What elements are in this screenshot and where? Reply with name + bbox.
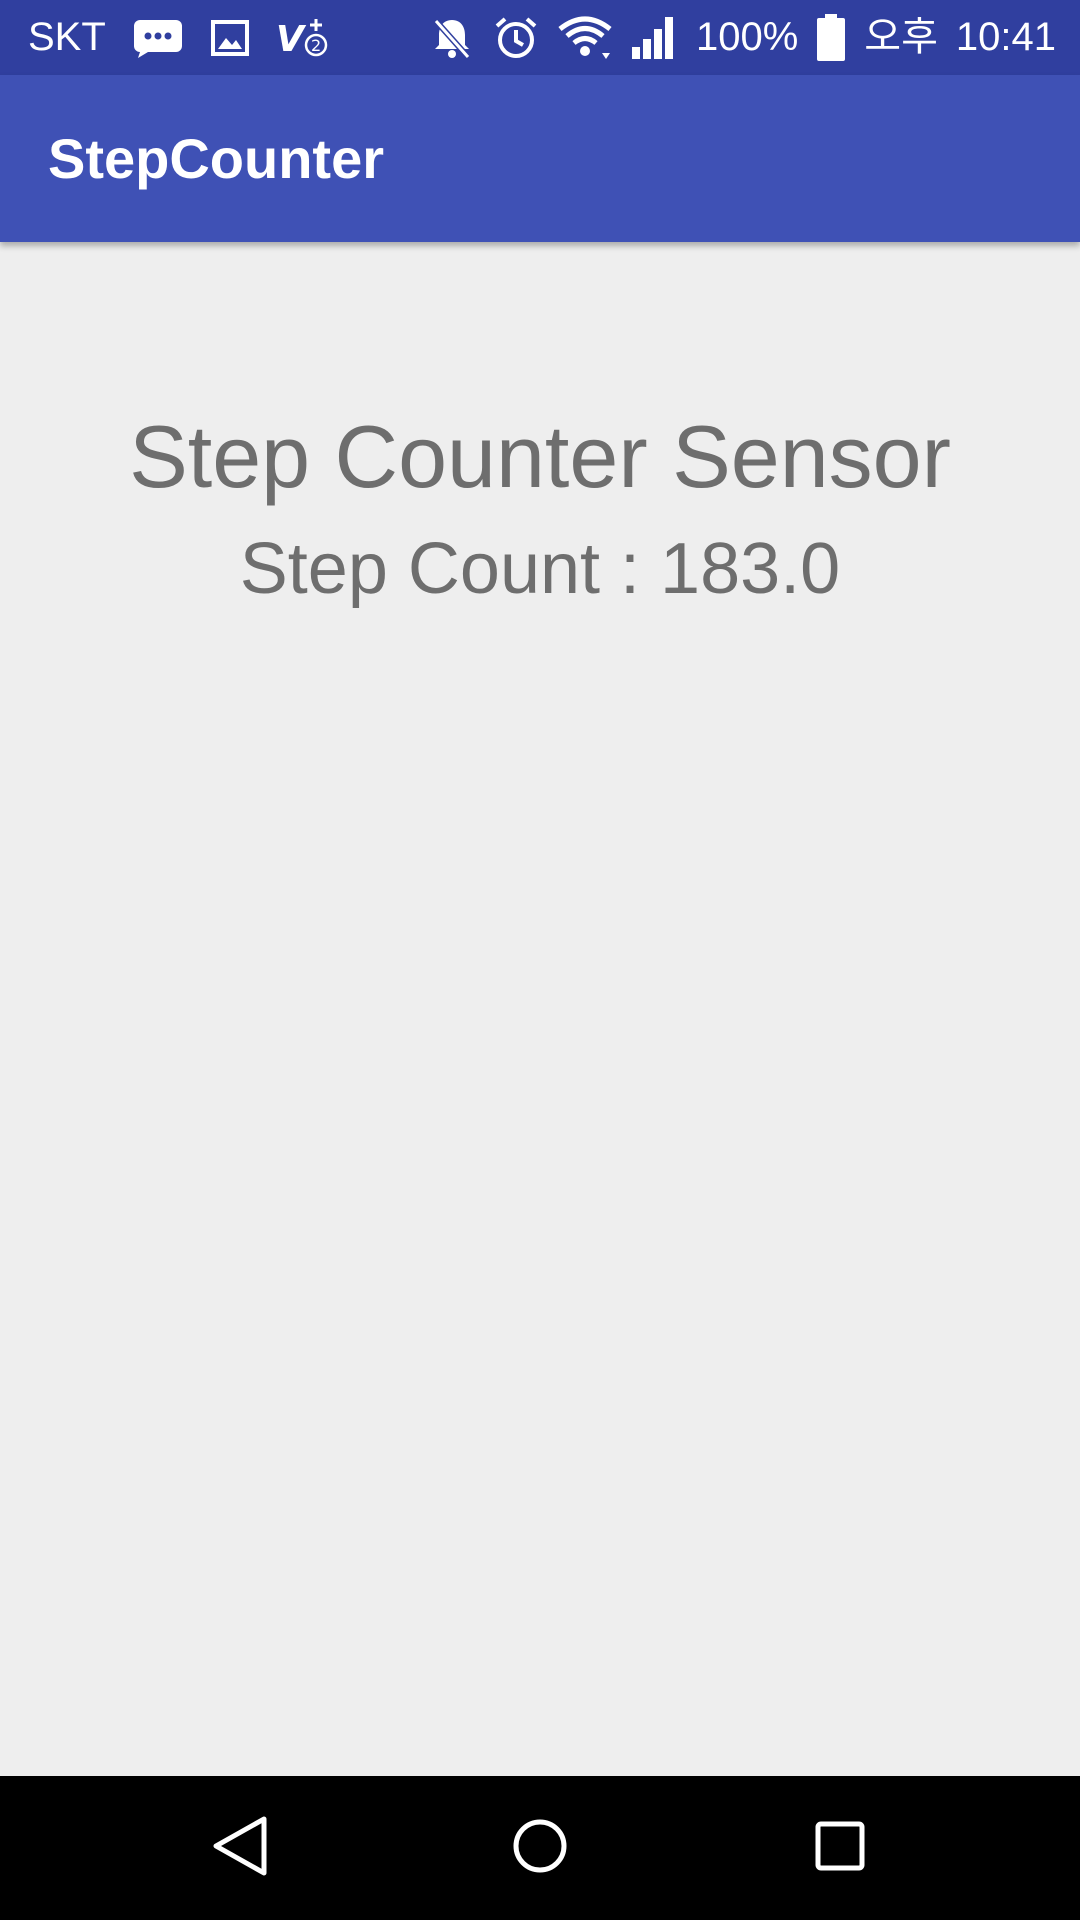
recents-button[interactable] — [760, 1776, 920, 1920]
v-badge-icon: V 2 — [276, 0, 332, 75]
home-icon — [510, 1816, 570, 1881]
app-bar: StepCounter — [0, 75, 1080, 242]
screen: SKT V 2 100% 오후 10:41 StepCounter Step C… — [0, 0, 1080, 1920]
clock: 10:41 — [955, 15, 1056, 59]
main-content: Step Counter Sensor Step Count : 183.0 — [0, 242, 1080, 1776]
home-button[interactable] — [460, 1776, 620, 1920]
status-bar: SKT V 2 100% 오후 10:41 — [0, 0, 1080, 75]
back-button[interactable] — [160, 1776, 320, 1920]
recents-icon — [812, 1818, 868, 1879]
sensor-title: Step Counter Sensor — [129, 407, 951, 506]
time-period: 오후 — [864, 15, 938, 59]
carrier-label: SKT — [28, 15, 106, 59]
image-icon — [210, 0, 250, 75]
status-left: SKT V 2 — [28, 0, 332, 75]
back-icon — [210, 1815, 270, 1882]
alarm-icon — [492, 0, 540, 75]
message-icon — [132, 0, 184, 75]
status-right: 100% 오후 10:41 — [430, 0, 1056, 75]
battery-percent: 100% — [695, 15, 799, 59]
battery-icon — [816, 0, 846, 75]
svg-text:V: V — [276, 19, 307, 60]
notifications-off-icon — [430, 0, 474, 75]
step-count-text: Step Count : 183.0 — [239, 529, 841, 609]
signal-icon — [630, 0, 678, 75]
svg-text:2: 2 — [311, 36, 321, 55]
app-title: StepCounter — [48, 127, 384, 190]
wifi-icon — [558, 0, 612, 75]
navigation-bar — [0, 1776, 1080, 1920]
